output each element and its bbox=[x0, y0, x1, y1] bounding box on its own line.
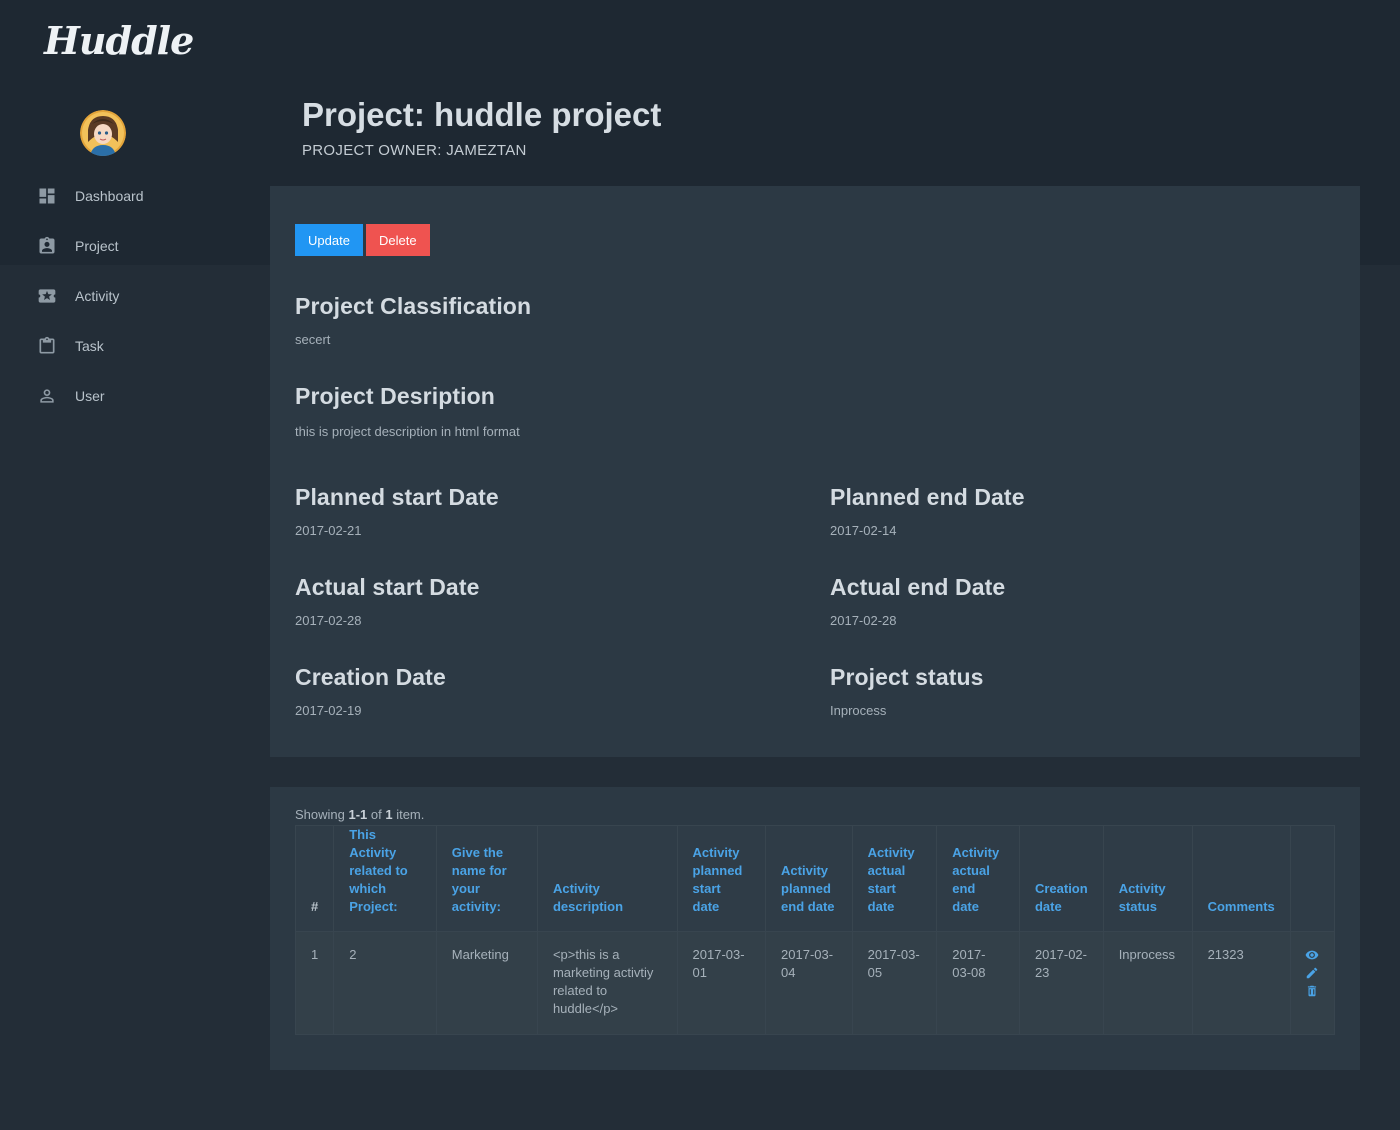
field-value: this is project description in html form… bbox=[295, 424, 520, 439]
column-header-actual-start[interactable]: Activity actual start date bbox=[851, 825, 938, 932]
column-header-creation-date[interactable]: Creation date bbox=[1018, 825, 1104, 932]
field-label: Project Classification bbox=[295, 293, 532, 319]
cell-comments: 21323 bbox=[1191, 931, 1291, 1035]
column-header-index: # bbox=[294, 825, 335, 932]
table-header-row: # This Activity related to which Project… bbox=[294, 825, 1336, 932]
field-description: Project Desription this is project descr… bbox=[295, 383, 520, 439]
sidebar-nav: Dashboard Project Activity Task User bbox=[0, 171, 270, 421]
view-icon[interactable] bbox=[1304, 946, 1320, 964]
field-label: Creation Date bbox=[295, 664, 446, 690]
field-value: secert bbox=[295, 332, 331, 347]
field-label: Project Desription bbox=[295, 383, 495, 409]
column-header-status[interactable]: Activity status bbox=[1102, 825, 1193, 932]
cell-planned-end: 2017-03-04 bbox=[765, 931, 853, 1035]
activity-grid-card: Showing 1-1 of 1 item. # This Activity r… bbox=[270, 787, 1360, 1070]
column-header-name[interactable]: Give the name for your activity: bbox=[435, 825, 538, 932]
user-icon bbox=[37, 386, 57, 406]
sidebar-item-user[interactable]: User bbox=[0, 371, 270, 421]
table-row: 1 2 Marketing <p>this is a marketing act… bbox=[294, 931, 1336, 1035]
cell-actual-end: 2017-03-08 bbox=[936, 931, 1020, 1035]
trash-icon[interactable] bbox=[1304, 982, 1320, 1000]
field-value: 2017-02-21 bbox=[295, 523, 362, 538]
page-header: Project: huddle project PROJECT OWNER: J… bbox=[302, 96, 661, 159]
grid-summary: Showing 1-1 of 1 item. bbox=[295, 807, 424, 822]
dashboard-icon bbox=[37, 186, 57, 206]
cell-creation-date: 2017-02-23 bbox=[1018, 931, 1104, 1035]
edit-pencil-icon[interactable] bbox=[1304, 964, 1320, 982]
field-project-status: Project status Inprocess bbox=[830, 664, 984, 718]
field-classification: Project Classification secert bbox=[295, 293, 531, 347]
field-label: Project status bbox=[830, 664, 984, 690]
field-planned-start: Planned start Date 2017-02-21 bbox=[295, 484, 499, 538]
cell-actions bbox=[1289, 931, 1336, 1035]
summary-mid: of bbox=[367, 807, 386, 822]
field-actual-end: Actual end Date 2017-02-28 bbox=[830, 574, 1005, 628]
cell-index: 1 bbox=[294, 931, 335, 1035]
project-detail-card: Update Delete Project Classification sec… bbox=[270, 186, 1360, 757]
update-button[interactable]: Update bbox=[295, 224, 363, 256]
field-label: Actual end Date bbox=[830, 574, 1006, 600]
app-logo[interactable]: Huddle bbox=[44, 18, 194, 63]
summary-suffix: item. bbox=[392, 807, 425, 822]
sidebar-item-label: Dashboard bbox=[75, 188, 144, 204]
field-label: Actual start Date bbox=[295, 574, 480, 600]
summary-range: 1-1 bbox=[348, 807, 368, 822]
summary-prefix: Showing bbox=[295, 807, 349, 822]
summary-total: 1 bbox=[385, 807, 393, 822]
field-value: 2017-02-14 bbox=[830, 523, 897, 538]
field-value: 2017-02-28 bbox=[830, 613, 897, 628]
column-header-actual-end[interactable]: Activity actual end date bbox=[936, 825, 1020, 932]
field-value: Inprocess bbox=[830, 703, 887, 718]
clipboard-icon bbox=[37, 336, 57, 356]
page-title: Project: huddle project bbox=[302, 96, 662, 133]
delete-button[interactable]: Delete bbox=[366, 224, 430, 256]
cell-planned-start: 2017-03-01 bbox=[676, 931, 767, 1035]
project-owner: PROJECT OWNER: JAMEZTAN bbox=[302, 142, 527, 159]
cell-project: 2 bbox=[333, 931, 437, 1035]
column-header-project[interactable]: This Activity related to which Project: bbox=[333, 825, 437, 932]
column-header-description[interactable]: Activity description bbox=[536, 825, 678, 932]
cell-actual-start: 2017-03-05 bbox=[851, 931, 938, 1035]
avatar-image bbox=[80, 110, 126, 156]
field-planned-end: Planned end Date 2017-02-14 bbox=[830, 484, 1025, 538]
sidebar-item-activity[interactable]: Activity bbox=[0, 271, 270, 321]
field-actual-start: Actual start Date 2017-02-28 bbox=[295, 574, 479, 628]
column-header-comments[interactable]: Comments bbox=[1191, 825, 1291, 932]
field-label: Planned end Date bbox=[830, 484, 1025, 510]
column-header-actions bbox=[1289, 825, 1336, 932]
cell-description: <p>this is a marketing activtiy related … bbox=[536, 931, 678, 1035]
field-creation-date: Creation Date 2017-02-19 bbox=[295, 664, 446, 718]
field-value: 2017-02-28 bbox=[295, 613, 362, 628]
sidebar-item-label: Activity bbox=[75, 288, 120, 304]
activity-table: # This Activity related to which Project… bbox=[294, 825, 1336, 1035]
sidebar-item-dashboard[interactable]: Dashboard bbox=[0, 171, 270, 221]
column-header-planned-start[interactable]: Activity planned start date bbox=[676, 825, 767, 932]
field-label: Planned start Date bbox=[295, 484, 499, 510]
cell-name: Marketing bbox=[435, 931, 538, 1035]
cell-status: Inprocess bbox=[1102, 931, 1193, 1035]
sidebar-item-label: User bbox=[75, 388, 105, 404]
avatar[interactable] bbox=[80, 110, 126, 156]
field-value: 2017-02-19 bbox=[295, 703, 362, 718]
column-header-planned-end[interactable]: Activity planned end date bbox=[765, 825, 853, 932]
project-badge-icon bbox=[37, 236, 57, 256]
sidebar-item-project[interactable]: Project bbox=[0, 221, 270, 271]
sidebar-item-task[interactable]: Task bbox=[0, 321, 270, 371]
activity-ticket-icon bbox=[37, 286, 57, 306]
sidebar-item-label: Project bbox=[75, 238, 119, 254]
sidebar-item-label: Task bbox=[75, 338, 104, 354]
